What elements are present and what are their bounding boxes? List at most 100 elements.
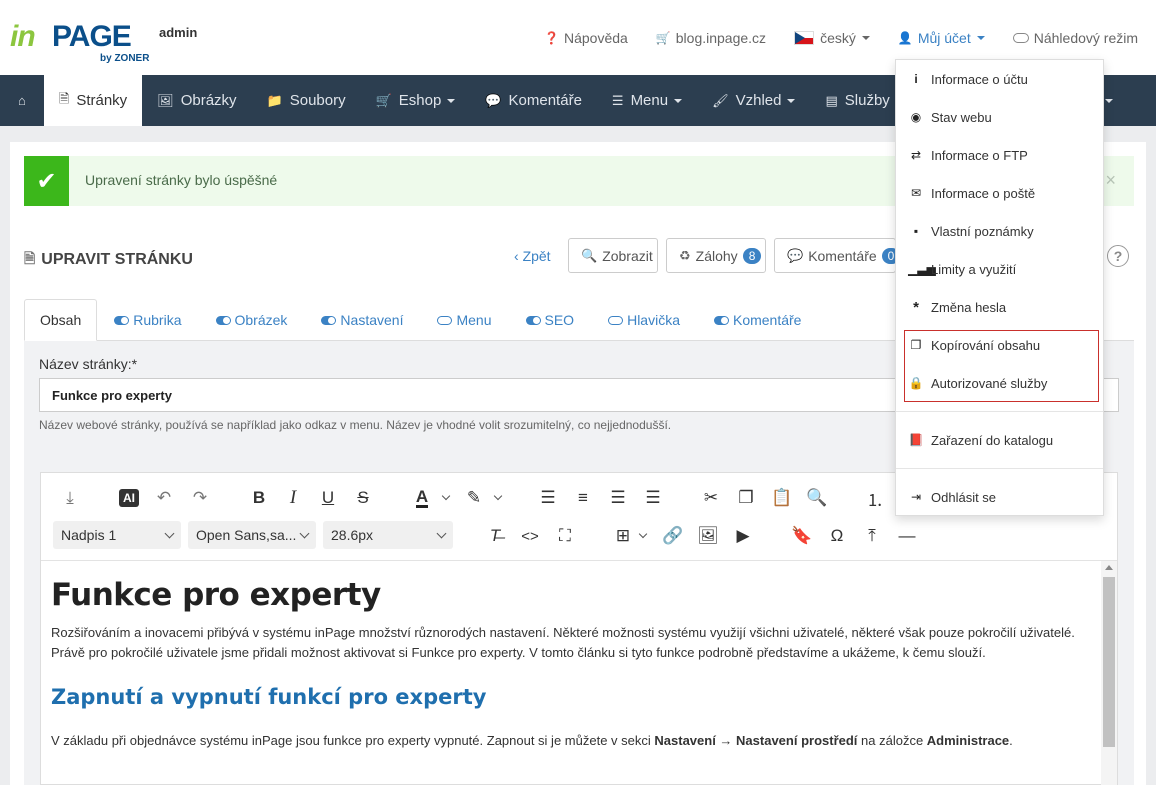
- help-link[interactable]: ❓ Nápověda: [544, 30, 628, 46]
- view-button[interactable]: 🔍 Zobrazit: [568, 238, 658, 273]
- align-center-icon[interactable]: ≡: [570, 485, 596, 511]
- my-account-menu[interactable]: 👤 Můj účet: [898, 30, 985, 46]
- dropdown-item-authorized-services[interactable]: 🔒 Autorizované služby: [896, 364, 1103, 402]
- nav-item-images[interactable]: 🖼 Obrázky: [142, 75, 251, 126]
- underline-button[interactable]: U: [315, 485, 341, 511]
- nav-item-appearance[interactable]: 🖌 Vzhled: [697, 75, 810, 126]
- inpage-logo[interactable]: in PAGE by ZONER admin: [10, 20, 200, 68]
- dropdown-item-logout[interactable]: ⇥ Odhlásit se: [896, 478, 1103, 516]
- back-link[interactable]: ‹ Zpět: [514, 248, 551, 264]
- content-heading-1: Funkce pro experty: [51, 577, 381, 613]
- dropdown-item-account-info[interactable]: i Informace o účtu: [896, 60, 1103, 98]
- strikethrough-button[interactable]: S: [350, 485, 376, 511]
- toggle-on-icon: [321, 315, 337, 325]
- italic-button[interactable]: I: [280, 485, 306, 511]
- insert-icon[interactable]: ⤒: [859, 523, 885, 549]
- caret-down-icon: [976, 36, 985, 40]
- tab-settings[interactable]: Nastavení: [304, 299, 420, 341]
- tab-comments[interactable]: Komentáře: [697, 299, 818, 341]
- server-icon: ▤: [825, 92, 838, 108]
- dropdown-item-label: Odhlásit se: [931, 489, 997, 505]
- search-icon[interactable]: 🔍: [804, 485, 830, 511]
- language-label: český: [820, 30, 856, 46]
- highlight-color-icon[interactable]: ✎: [461, 485, 487, 511]
- close-icon[interactable]: ×: [1105, 170, 1116, 191]
- chevron-down-icon[interactable]: [441, 491, 451, 501]
- blog-link[interactable]: 🛒 blog.inpage.cz: [656, 30, 766, 46]
- dropdown-divider: [896, 468, 1103, 469]
- link-icon[interactable]: 🔗: [660, 523, 686, 549]
- font-size-select[interactable]: 28.6px: [323, 521, 453, 549]
- preview-mode-toggle[interactable]: Náhledový režim: [1012, 30, 1138, 46]
- numbered-list-icon[interactable]: ⒈: [862, 485, 888, 511]
- dashboard-icon: ◉: [910, 110, 922, 124]
- paste-icon[interactable]: 📋: [769, 485, 795, 511]
- image-icon: 🖼: [157, 92, 174, 108]
- dropdown-item-change-password[interactable]: * Změna hesla: [896, 288, 1103, 326]
- tab-image[interactable]: Obrázek: [199, 299, 305, 341]
- insert-media-icon[interactable]: ▶: [730, 523, 756, 549]
- tab-seo[interactable]: SEO: [509, 299, 592, 341]
- dropdown-item-limits[interactable]: ▁▃▅ Limity a využití: [896, 250, 1103, 288]
- tab-menu[interactable]: Menu: [420, 299, 508, 341]
- nav-home[interactable]: ⌂: [0, 75, 44, 126]
- font-family-select[interactable]: Open Sans,sa...: [188, 521, 316, 549]
- dropdown-item-catalog[interactable]: 📕 Zařazení do katalogu: [896, 421, 1103, 459]
- nav-item-label: Menu: [630, 92, 669, 109]
- fullscreen-icon[interactable]: ⛶: [552, 523, 578, 549]
- tab-content[interactable]: Obsah: [24, 299, 98, 341]
- align-left-icon[interactable]: ☰: [535, 485, 561, 511]
- cut-icon[interactable]: ✂: [698, 485, 724, 511]
- ai-button[interactable]: AI: [116, 485, 142, 511]
- dropdown-item-copy-content[interactable]: ❐ Kopírování obsahu: [896, 326, 1103, 364]
- caret-down-icon: [674, 98, 683, 103]
- nav-item-eshop[interactable]: 🛒 Eshop: [361, 75, 471, 126]
- ai-label: AI: [119, 489, 139, 507]
- nav-item-pages[interactable]: 🗎 Stránky: [43, 75, 143, 126]
- undo-icon[interactable]: ↶: [151, 485, 177, 511]
- clear-format-icon[interactable]: T̶: [482, 523, 508, 549]
- dropdown-item-ftp-info[interactable]: ⇄ Informace o FTP: [896, 136, 1103, 174]
- tab-header[interactable]: Hlavička: [591, 299, 697, 341]
- content-paragraph: Rozšiřováním a inovacemi přibývá v systé…: [51, 625, 1075, 660]
- special-char-icon[interactable]: Ω: [824, 523, 850, 549]
- nav-item-comments[interactable]: 💬 Komentáře: [470, 75, 597, 126]
- text-color-button[interactable]: A: [409, 485, 435, 511]
- redo-icon[interactable]: ↷: [187, 485, 213, 511]
- dropdown-item-notes[interactable]: ▪ Vlastní poznámky: [896, 212, 1103, 250]
- nav-item-label: Obrázky: [180, 92, 237, 109]
- insert-image-icon[interactable]: 🖼: [695, 523, 721, 549]
- scroll-up-icon[interactable]: [1105, 565, 1113, 570]
- bookmark-icon[interactable]: 🔖: [789, 523, 815, 549]
- align-justify-icon[interactable]: ☰: [640, 485, 666, 511]
- logo-admin-label: admin: [159, 25, 198, 40]
- dropdown-item-mail-info[interactable]: ✉ Informace o poště: [896, 174, 1103, 212]
- help-icon[interactable]: ?: [1107, 245, 1129, 267]
- dropdown-item-web-status[interactable]: ◉ Stav webu: [896, 98, 1103, 136]
- dropdown-item-label: Stav webu: [931, 109, 992, 125]
- bold-button[interactable]: B: [246, 485, 272, 511]
- comments-button[interactable]: 💬 Komentáře 0: [774, 238, 901, 273]
- nav-item-menu[interactable]: ☰ Menu: [597, 75, 697, 126]
- align-right-icon[interactable]: ☰: [605, 485, 631, 511]
- chevron-down-icon[interactable]: [638, 529, 648, 539]
- horizontal-line-icon[interactable]: —: [894, 523, 920, 549]
- source-code-icon[interactable]: <>: [517, 523, 543, 549]
- chevron-down-icon[interactable]: [493, 491, 503, 501]
- scrollbar-thumb[interactable]: [1103, 577, 1115, 747]
- toggle-on-icon: [713, 315, 729, 325]
- copy-icon[interactable]: ❐: [733, 485, 759, 511]
- editor-content[interactable]: Funkce pro experty Rozšiřováním a inovac…: [41, 561, 1101, 785]
- table-icon[interactable]: ⊞: [610, 523, 636, 549]
- comments-icon: 💬: [485, 92, 502, 108]
- format-select[interactable]: Nadpis 1: [53, 521, 181, 549]
- editor-scrollbar[interactable]: [1101, 561, 1117, 785]
- download-icon[interactable]: ⤓: [57, 485, 83, 511]
- tab-category[interactable]: Rubrika: [97, 299, 198, 341]
- font-family-value: Open Sans,sa...: [196, 527, 297, 543]
- backups-button[interactable]: ♻ Zálohy 8: [666, 238, 766, 273]
- nav-item-files[interactable]: 📁 Soubory: [252, 75, 361, 126]
- language-selector[interactable]: český: [794, 30, 870, 46]
- backups-count-badge: 8: [742, 247, 762, 264]
- search-icon: 🔍: [581, 247, 598, 263]
